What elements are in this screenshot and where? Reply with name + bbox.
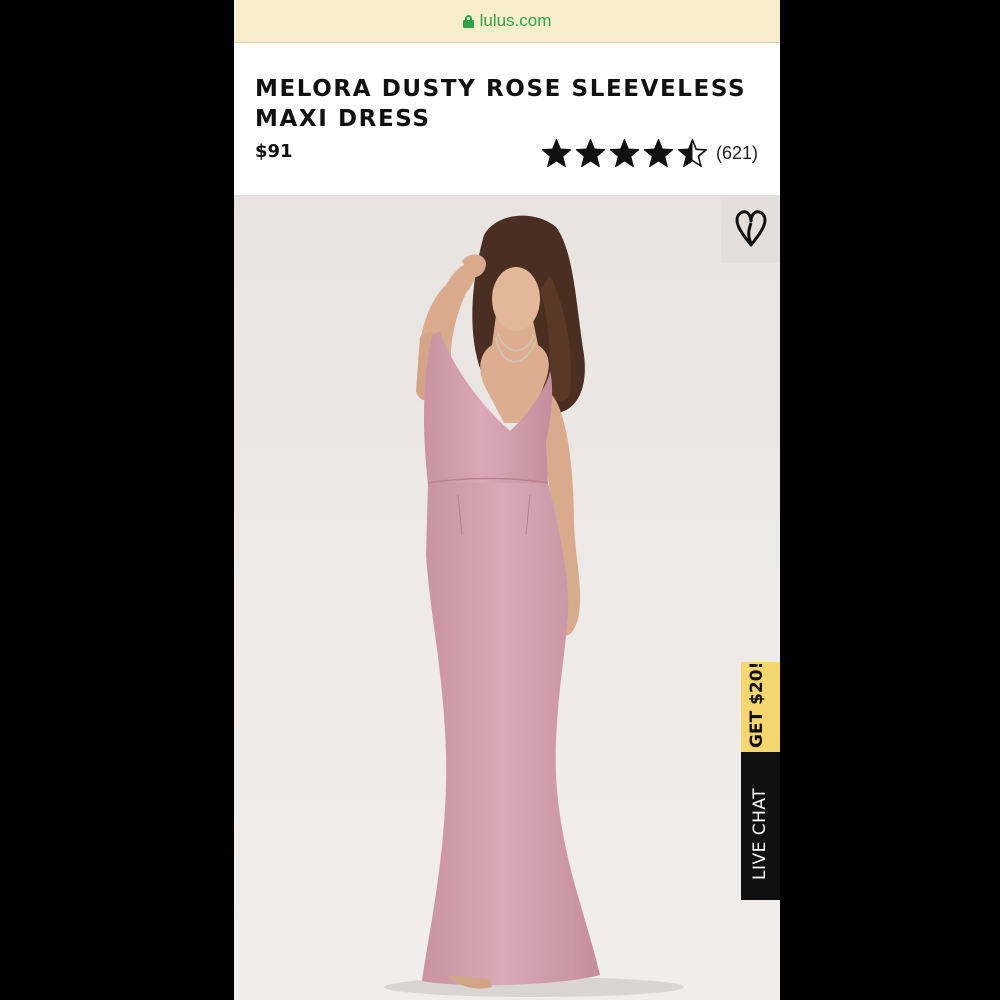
product-header: MELORA DUSTY ROSE SLEEVELESS MAXI DRESS … (234, 43, 780, 195)
promo-label: GET $20! (747, 662, 767, 748)
product-title-line-1: MELORA DUSTY ROSE SLEEVELESS (255, 76, 747, 102)
star-half-icon (677, 139, 707, 167)
star-full-icon (609, 139, 639, 167)
browser-url-bar[interactable]: lulus.com (234, 0, 780, 43)
live-chat-button[interactable]: LIVE CHAT (741, 752, 780, 900)
model-photo (384, 215, 684, 997)
lock-icon (462, 14, 474, 28)
live-chat-label: LIVE CHAT (750, 787, 770, 880)
promo-tab[interactable]: GET $20! (741, 662, 780, 754)
heart-icon (735, 210, 766, 247)
review-count[interactable]: (621) (716, 143, 758, 164)
url-text[interactable]: lulus.com (480, 11, 552, 31)
star-full-icon (643, 139, 673, 167)
rating-stars (541, 139, 707, 167)
wishlist-button[interactable] (721, 195, 780, 263)
star-full-icon (575, 139, 605, 167)
star-full-icon (541, 139, 571, 167)
product-image[interactable]: GET $20! LIVE CHAT (234, 195, 780, 1000)
product-title-line-2: MAXI DRESS (255, 106, 431, 132)
mobile-page: lulus.com MELORA DUSTY ROSE SLEEVELESS M… (234, 0, 780, 1000)
product-title: MELORA DUSTY ROSE SLEEVELESS MAXI DRESS (255, 74, 765, 134)
star-rating[interactable]: (621) (541, 139, 758, 167)
product-price: $91 (255, 141, 293, 162)
